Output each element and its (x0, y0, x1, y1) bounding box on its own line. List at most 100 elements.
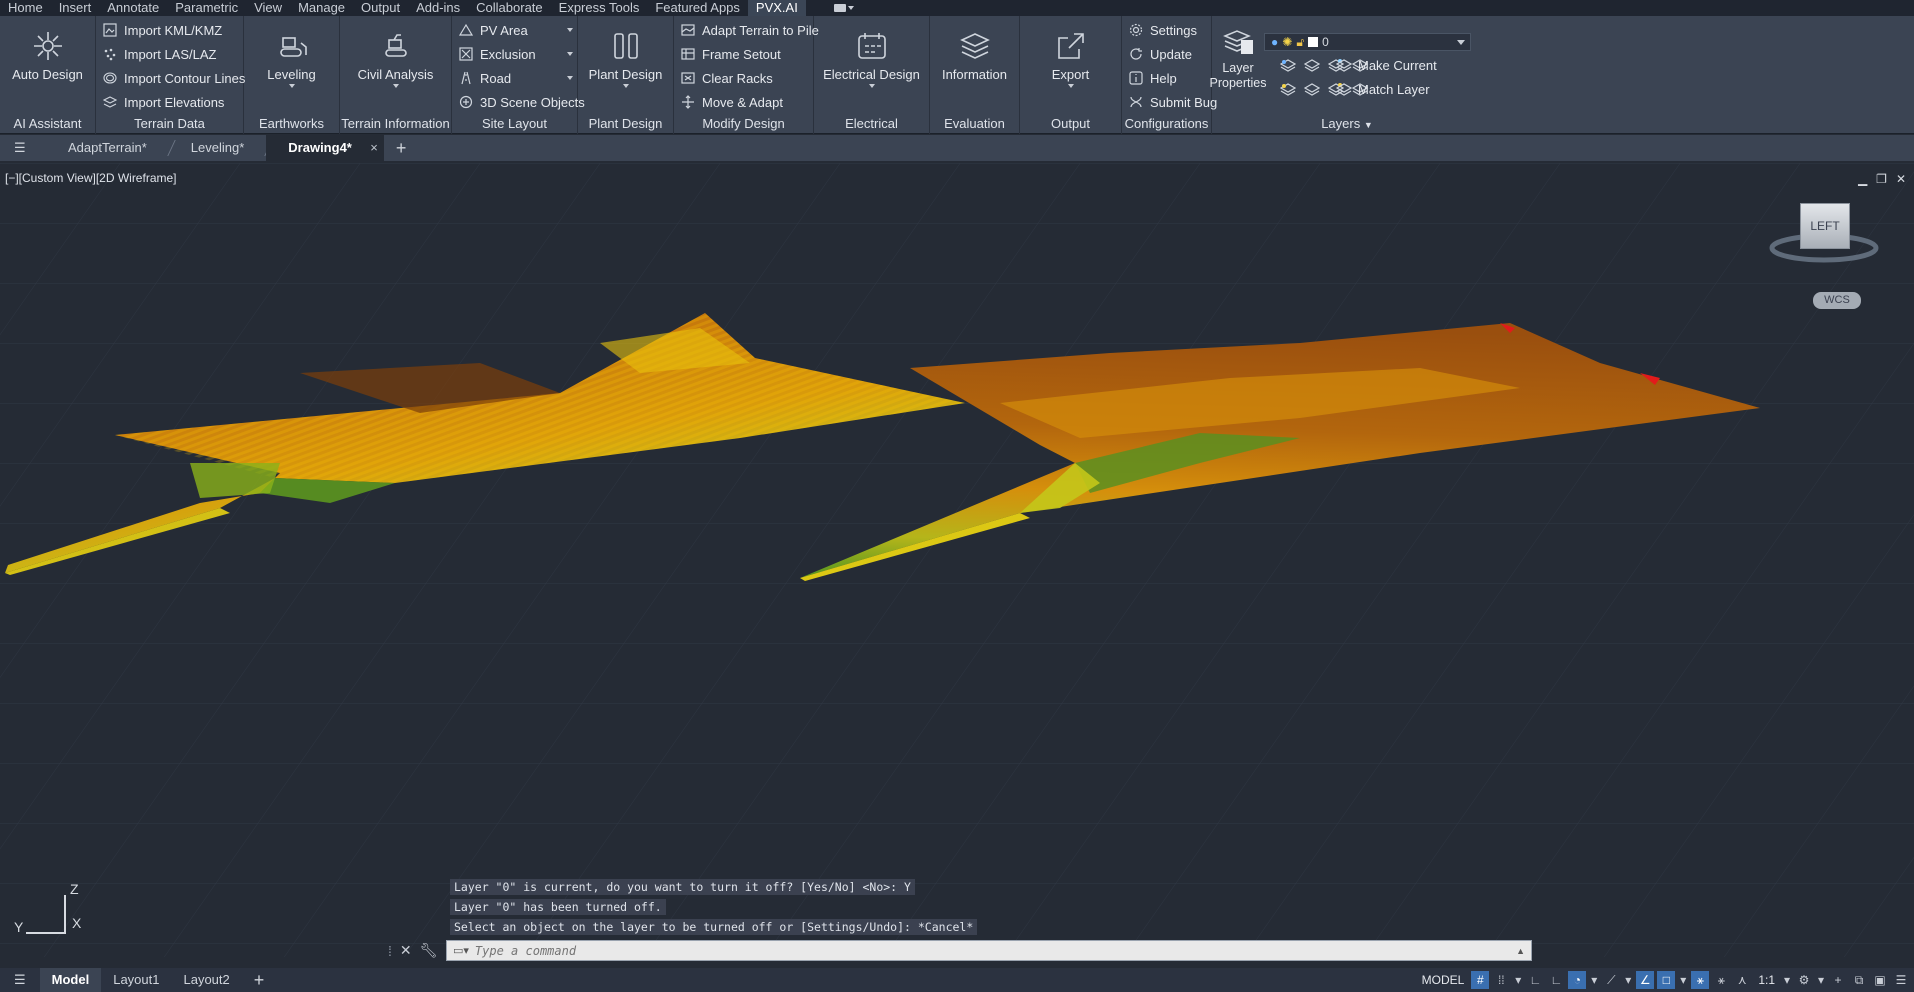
layer-dropdown[interactable]: ● ✺ 🔓︎ 0 (1264, 33, 1471, 51)
layer-on-icon[interactable] (1279, 82, 1297, 99)
pv-area-button[interactable]: PV Area (458, 19, 573, 41)
chevron-down-icon[interactable]: ▾ (1513, 971, 1523, 989)
calendar-grid-icon (854, 28, 890, 64)
layout-menu-button[interactable]: ☰ (0, 968, 40, 992)
ortho-icon[interactable]: ∟ (1547, 971, 1565, 989)
submit-bug-button[interactable]: Submit Bug (1128, 91, 1217, 113)
3d-scene-objects-button[interactable]: 3D Scene Objects (458, 91, 585, 113)
chevron-down-icon[interactable]: ▾ (1782, 971, 1792, 989)
tab-model[interactable]: Model (39, 968, 102, 992)
drawing-viewport[interactable]: [−][Custom View][2D Wireframe] ▁ ❐ ✕ LEF… (0, 163, 1914, 957)
menu-home[interactable]: Home (0, 0, 51, 16)
viewcube[interactable]: LEFT (1768, 203, 1880, 273)
panel-title-layers[interactable]: Layers ▼ (1212, 116, 1482, 131)
command-input[interactable] (474, 943, 1375, 958)
tab-adaptterrain[interactable]: AdaptTerrain* (46, 135, 176, 161)
close-icon[interactable]: ✕ (400, 942, 412, 959)
submit-bug-label: Submit Bug (1150, 94, 1218, 110)
information-button[interactable]: Information (930, 28, 1019, 82)
object-snap-tracking-icon[interactable]: ∠ (1636, 971, 1655, 989)
close-icon[interactable]: × (370, 135, 378, 161)
layer-unisolate-icon[interactable] (1303, 82, 1321, 99)
menu-express-tools[interactable]: Express Tools (551, 0, 648, 16)
polar-tracking-icon[interactable]: ◔ (1568, 971, 1587, 989)
viewcube-face[interactable]: LEFT (1800, 203, 1850, 249)
drag-handle-icon[interactable]: ⁞ (388, 943, 392, 959)
panel-title-evaluation: Evaluation (944, 116, 1005, 131)
clear-racks-button[interactable]: Clear Racks (680, 67, 773, 89)
chevron-down-icon[interactable]: ▾ (1589, 971, 1599, 989)
object-snap-icon[interactable]: □ (1657, 971, 1676, 989)
menu-pvx-ai[interactable]: PVX.AI (747, 0, 806, 16)
minimize-icon[interactable]: ▁ (1858, 172, 1867, 186)
wrench-icon[interactable]: 🔧︎ (420, 942, 438, 959)
layer-off-icon[interactable] (1279, 58, 1297, 75)
menu-featured-apps[interactable]: Featured Apps (647, 0, 748, 16)
restore-icon[interactable]: ❐ (1876, 172, 1887, 186)
chevron-up-icon[interactable]: ▲ (1516, 946, 1525, 956)
import-elevations-button[interactable]: Import Elevations (102, 91, 224, 113)
command-line[interactable]: ▭▾ ▲ (446, 940, 1532, 961)
grid-icon[interactable]: # (1471, 971, 1490, 989)
tab-leveling[interactable]: Leveling* (169, 135, 274, 161)
infer-constraints-icon[interactable]: ∟ (1526, 971, 1544, 989)
snap-icon[interactable]: ⁞⁞ (1492, 971, 1510, 989)
import-las-button[interactable]: Import LAS/LAZ (102, 43, 216, 65)
exclusion-button[interactable]: Exclusion (458, 43, 573, 65)
tab-layout2[interactable]: Layout2 (171, 968, 241, 992)
civil-analysis-button[interactable]: Civil Analysis (340, 28, 451, 88)
chevron-down-icon[interactable]: ▾ (1678, 971, 1688, 989)
chevron-down-icon[interactable]: ▾ (1816, 971, 1826, 989)
annotation-visibility-icon[interactable]: ⚹ (1691, 971, 1710, 989)
menu-add-ins[interactable]: Add-ins (408, 0, 468, 16)
auto-design-button[interactable]: Auto Design (0, 28, 95, 82)
add-layout-button[interactable]: + (242, 968, 277, 992)
chevron-down-icon[interactable]: ▾ (1623, 971, 1633, 989)
plant-design-button[interactable]: Plant Design (578, 28, 673, 88)
tab-layout1[interactable]: Layout1 (101, 968, 171, 992)
point-cloud-icon (102, 46, 118, 62)
settings-button[interactable]: Settings (1128, 19, 1197, 41)
annotation-scale-icon[interactable]: ⋏ (1733, 971, 1751, 989)
annotation-scale-value[interactable]: 1:1 (1754, 973, 1779, 987)
plus-icon[interactable]: + (1829, 971, 1847, 989)
frame-setout-button[interactable]: Frame Setout (680, 43, 781, 65)
menu-insert[interactable]: Insert (51, 0, 100, 16)
menu-output[interactable]: Output (353, 0, 408, 16)
menu-collaborate[interactable]: Collaborate (468, 0, 551, 16)
update-button[interactable]: Update (1128, 43, 1192, 65)
match-layer-button[interactable]: Match Layer (1336, 78, 1430, 100)
workspace-dropdown[interactable] (833, 2, 860, 14)
road-button[interactable]: Road (458, 67, 573, 89)
layer-isolate-icon[interactable] (1303, 58, 1321, 75)
help-button[interactable]: Help (1128, 67, 1177, 89)
isolate-objects-icon[interactable]: ⧉ (1850, 971, 1868, 989)
menu-annotate[interactable]: Annotate (99, 0, 167, 16)
menu-manage[interactable]: Manage (290, 0, 353, 16)
menu-parametric[interactable]: Parametric (167, 0, 246, 16)
move-adapt-button[interactable]: Move & Adapt (680, 91, 783, 113)
viewport-controls-label[interactable]: [−][Custom View][2D Wireframe] (5, 171, 177, 185)
export-button[interactable]: Export (1020, 28, 1121, 88)
gear-icon[interactable]: ⚙ (1795, 971, 1813, 989)
hamburger-menu-icon[interactable]: ☰ (1892, 971, 1910, 989)
command-prompt-icon[interactable]: ▭▾ (453, 944, 469, 957)
make-current-button[interactable]: Make Current (1336, 54, 1437, 76)
auto-scale-icon[interactable]: ⚹ (1712, 971, 1730, 989)
layer-properties-button[interactable]: Layer Properties (1210, 26, 1266, 91)
leveling-button[interactable]: Leveling (244, 28, 339, 88)
new-tab-button[interactable]: + (384, 135, 419, 161)
civil-analysis-label: Civil Analysis (357, 67, 434, 82)
wcs-menu[interactable]: WCS (1813, 292, 1861, 309)
clean-screen-icon[interactable]: ▣ (1871, 971, 1889, 989)
import-kml-button[interactable]: Import KML/KMZ (102, 19, 222, 41)
electrical-design-button[interactable]: Electrical Design (814, 28, 929, 88)
adapt-terrain-button[interactable]: Adapt Terrain to Pile (680, 19, 819, 41)
import-contour-button[interactable]: Import Contour Lines (102, 67, 245, 89)
model-space-button[interactable]: MODEL (1418, 973, 1469, 987)
menu-view[interactable]: View (246, 0, 290, 16)
close-icon[interactable]: ✕ (1896, 172, 1906, 186)
isodraft-icon[interactable]: ⟋ (1602, 971, 1620, 989)
start-menu-button[interactable]: ☰ (0, 135, 46, 161)
tab-drawing4[interactable]: Drawing4* × (266, 135, 384, 161)
